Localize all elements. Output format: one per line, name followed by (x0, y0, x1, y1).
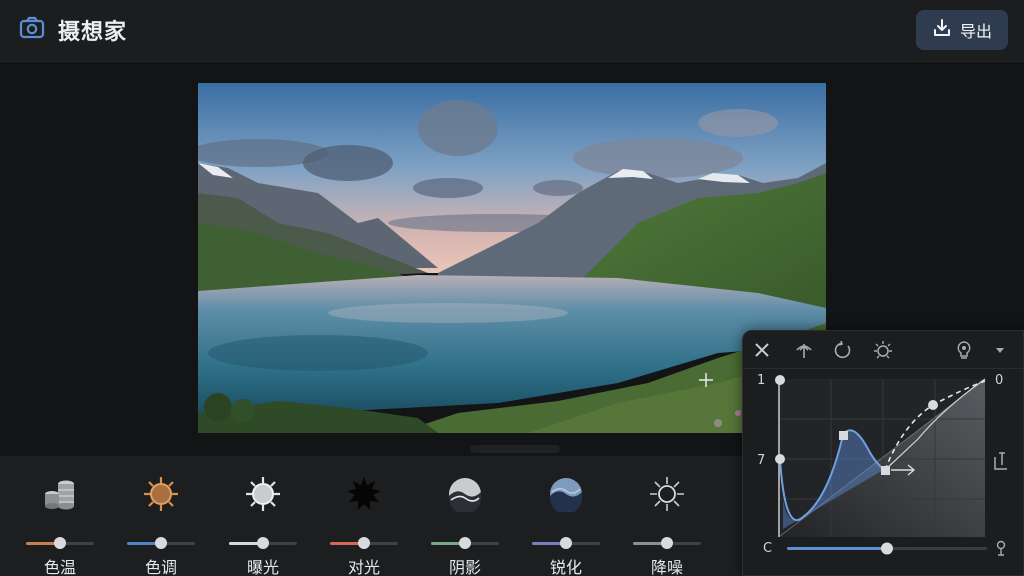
download-icon (932, 18, 952, 42)
dropdown-icon[interactable] (989, 339, 1011, 361)
export-button[interactable]: 导出 (916, 10, 1008, 50)
drawer-handle[interactable] (470, 445, 560, 453)
app-title: 摄想家 (58, 20, 128, 45)
app-header: 摄想家 导出 (0, 0, 1024, 62)
tool-shadows[interactable]: 阴影 (425, 474, 505, 576)
temperature-slider[interactable] (26, 537, 94, 549)
slider-knob[interactable] (661, 537, 673, 549)
photo-editor-app: 摄想家 导出 色温 色调 曝光 对光 阴影 锐化 降噪 1 7 0 C (0, 0, 1024, 576)
shadow-wave-icon (447, 476, 483, 514)
slider-knob[interactable] (257, 537, 269, 549)
close-icon[interactable] (751, 339, 773, 361)
temperature-icon (42, 476, 78, 512)
tool-denoise[interactable]: 降噪 (627, 474, 707, 576)
camera-icon (18, 14, 46, 46)
tone-curve-graph[interactable] (743, 369, 1024, 569)
contrast-burst-icon (346, 476, 382, 512)
tool-label: 锐化 (549, 558, 582, 576)
tree-icon[interactable] (793, 339, 815, 361)
brightness-icon[interactable] (872, 339, 894, 361)
tool-label: 对光 (347, 558, 380, 576)
denoise-slider[interactable] (633, 537, 701, 549)
tool-label: 曝光 (246, 558, 279, 576)
expand-icon (994, 452, 1007, 470)
tint-sun-icon (143, 476, 179, 512)
photo-preview[interactable] (198, 83, 826, 433)
tool-label: 阴影 (448, 558, 481, 576)
sharpen-wave-icon (548, 476, 584, 514)
tool-tint[interactable]: 色调 (121, 474, 201, 576)
bulb-icon[interactable] (953, 339, 975, 361)
tool-sharpen[interactable]: 锐化 (526, 474, 606, 576)
brand: 摄想家 (18, 14, 127, 46)
slider-knob[interactable] (54, 537, 66, 549)
slider-knob[interactable] (155, 537, 167, 549)
export-label: 导出 (959, 22, 992, 41)
slider-knob[interactable] (358, 537, 370, 549)
sharpen-slider[interactable] (532, 537, 600, 549)
tool-label: 色调 (144, 558, 177, 576)
pin-icon (996, 540, 1006, 556)
exposure-sun-icon (245, 476, 281, 512)
shadows-slider[interactable] (431, 537, 499, 549)
denoise-sun-icon (649, 476, 685, 512)
exposure-slider[interactable] (229, 537, 297, 549)
reset-icon[interactable] (832, 339, 854, 361)
curve-toolbar (743, 331, 1024, 369)
tool-label: 色温 (43, 558, 76, 576)
tool-exposure[interactable]: 曝光 (223, 474, 303, 576)
slider-knob[interactable] (560, 537, 572, 549)
tint-slider[interactable] (127, 537, 195, 549)
slider-knob[interactable] (459, 537, 471, 549)
tool-temperature[interactable]: 色温 (20, 474, 100, 576)
contrast-slider[interactable] (330, 537, 398, 549)
tool-label: 降噪 (650, 558, 683, 576)
tool-contrast[interactable]: 对光 (324, 474, 404, 576)
curve-panel: 1 7 0 C (742, 330, 1024, 576)
